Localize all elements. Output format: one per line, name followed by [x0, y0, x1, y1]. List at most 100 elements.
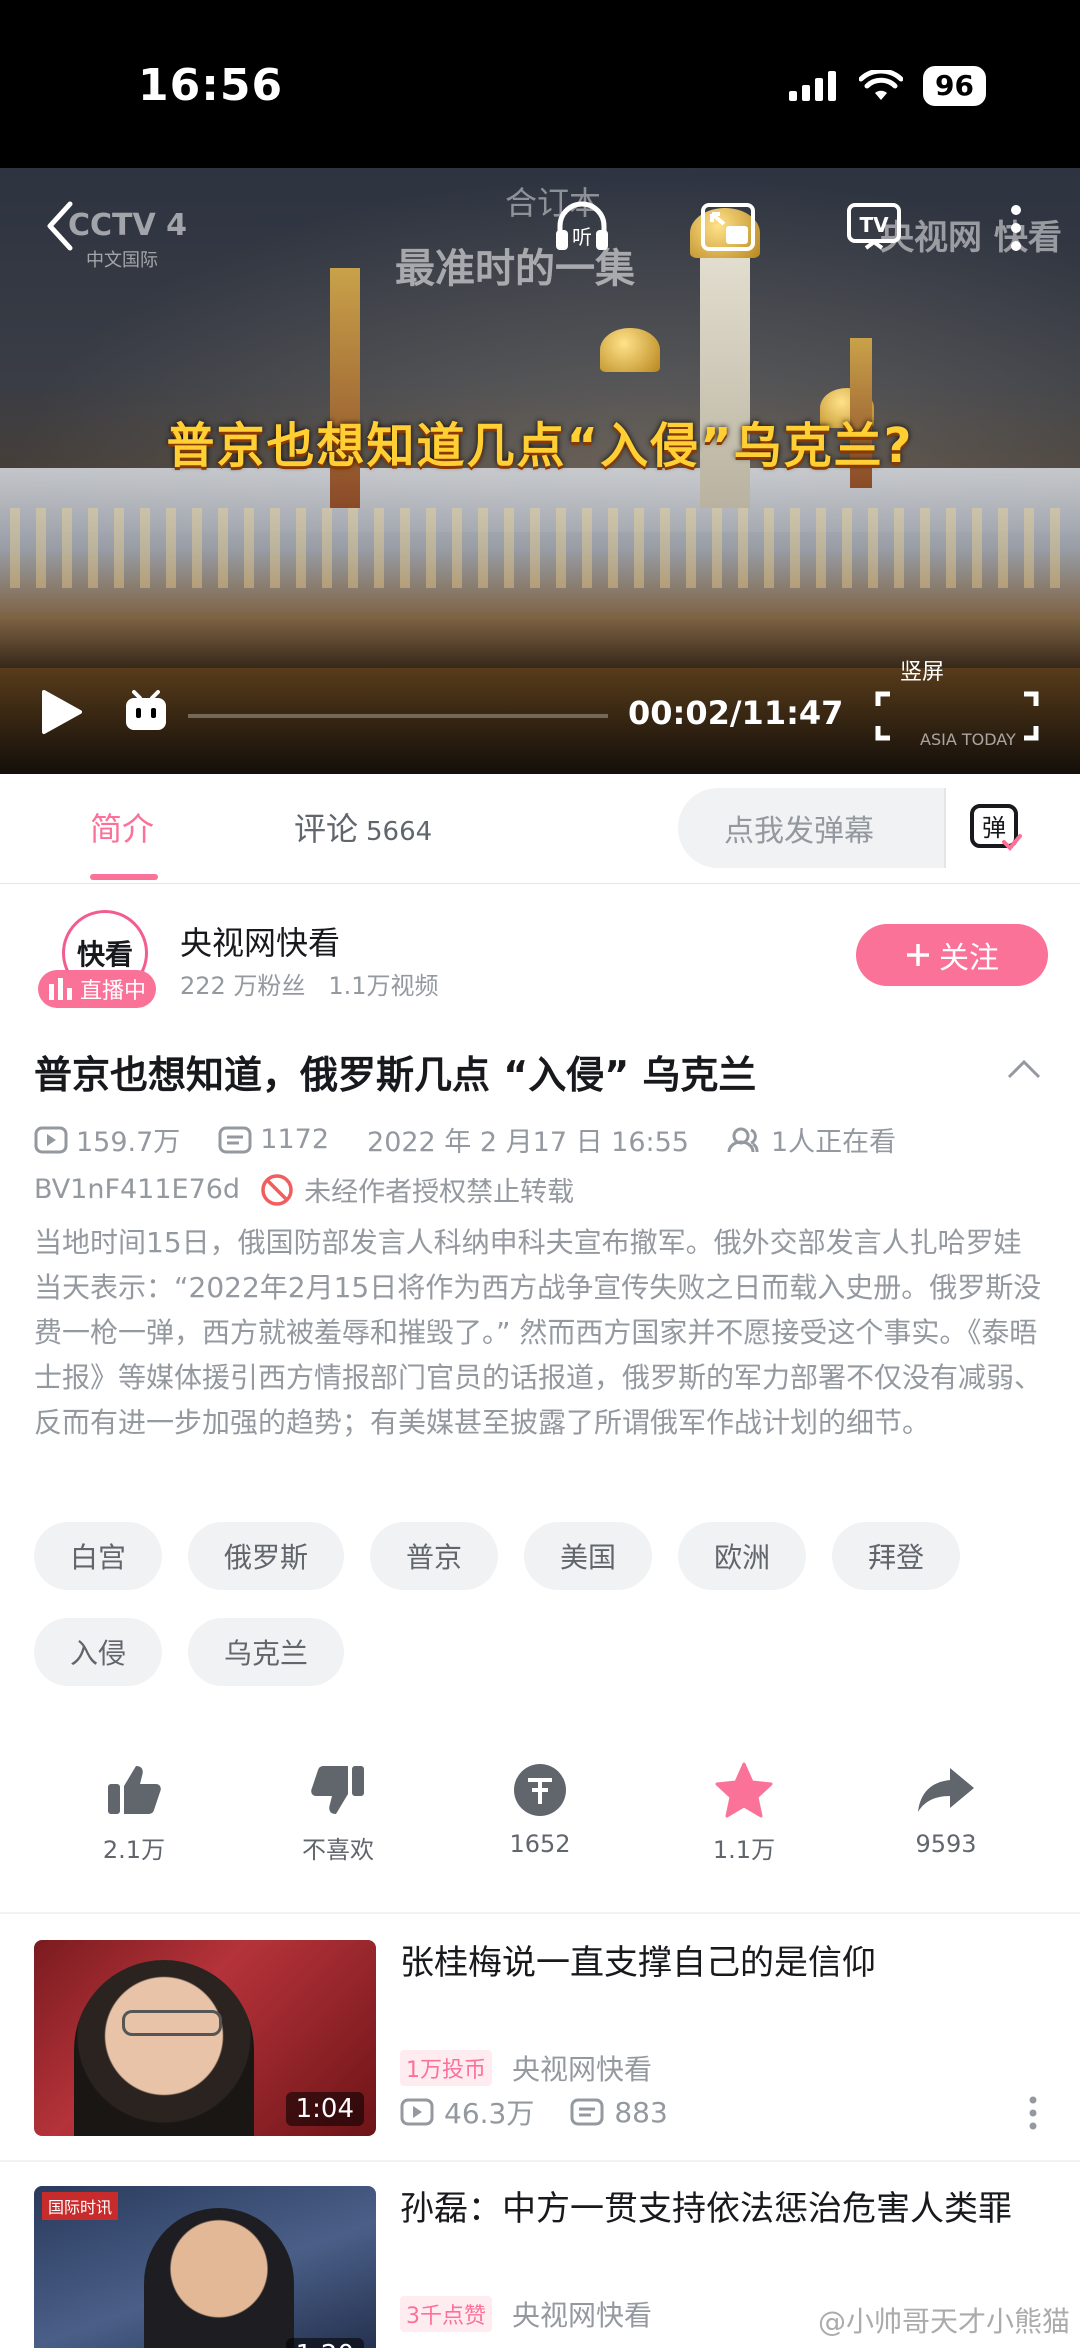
follow-label: 关注: [939, 941, 999, 976]
uploader-fans: 222 万粉丝: [180, 972, 306, 1000]
svg-text:弹: 弹: [982, 814, 1006, 842]
danmaku-count-icon: [570, 2098, 604, 2126]
play-count-icon: [34, 1126, 68, 1153]
svg-text:TV: TV: [859, 213, 889, 237]
share-icon: [918, 1768, 974, 1812]
danmaku-toggle-icon[interactable]: [122, 690, 170, 738]
tag-item[interactable]: 美国: [524, 1522, 653, 1590]
channel-logo: CCTV 4: [68, 208, 188, 243]
video-meta: 159.7万 1172 2022 年 2 月17 日 16:55 1人正在看: [34, 1120, 896, 1159]
viewers-icon: [727, 1127, 759, 1152]
recommendation-duration: 1:04: [285, 2092, 364, 2126]
tab-comments-label: 评论: [294, 810, 359, 848]
video-description: 当地时间15日，俄国防部发言人科纳申科夫宣布撤军。俄外交部发言人扎哈罗娃当天表示…: [34, 1226, 1043, 1439]
live-badge[interactable]: 直播中: [38, 970, 157, 1008]
follow-button[interactable]: 关注: [856, 924, 1048, 986]
cast-tv-icon[interactable]: TV: [846, 202, 902, 256]
dislike-button[interactable]: 不喜欢: [268, 1758, 408, 1865]
coin-count: 1652: [509, 1830, 571, 1858]
recommendation-badge: 3千点赞: [400, 2296, 492, 2332]
recommendation-views: 46.3万: [444, 2097, 535, 2130]
tag-item[interactable]: 入侵: [34, 1618, 163, 1686]
tag-item[interactable]: 欧洲: [678, 1522, 807, 1590]
recommendation-title: 孙磊：中方一贯支持依法惩治危害人类罪: [400, 2189, 1012, 2229]
danmaku-count-icon: [218, 1126, 252, 1153]
uploader-stats: 222 万粉丝 1.1万视频: [180, 966, 439, 1001]
recommendation-item[interactable]: 1:04 张桂梅说一直支撑自己的是信仰 1万投币 央视网快看 46.3万 883: [34, 1940, 1046, 2136]
danmaku-settings-button[interactable]: 弹: [944, 788, 1046, 868]
live-badge-label: 直播中: [80, 979, 147, 1004]
coin-button[interactable]: 1652: [470, 1758, 610, 1858]
playback-time: 00:02/11:47: [628, 694, 844, 732]
tab-intro[interactable]: 简介: [90, 804, 154, 850]
danmaku-icon: 弹: [970, 804, 1022, 851]
more-vertical-icon[interactable]: [1028, 2096, 1038, 2134]
pip-icon[interactable]: [700, 202, 756, 256]
publish-date: 2022 年 2 月17 日 16:55: [367, 1127, 689, 1158]
video-title: 普京也想知道，俄罗斯几点 “入侵” 乌克兰: [34, 1053, 757, 1097]
watching-count: 1人正在看: [771, 1127, 897, 1158]
video-player[interactable]: CCTV 4 中文国际 合订本 最准时的一集 央视网 快看 听 TV 普京也想知…: [0, 168, 1080, 774]
tag-item[interactable]: 拜登: [832, 1522, 961, 1590]
brand-watermark: 央视网 快看: [880, 218, 1062, 258]
recommendation-thumbnail[interactable]: 1:04: [34, 1940, 376, 2136]
uploader-name[interactable]: 央视网快看: [180, 918, 340, 964]
tab-indicator: [90, 874, 158, 880]
favorite-count: 1.1万: [712, 1836, 776, 1864]
wifi-icon: [859, 70, 904, 100]
recommendation-danmaku: 883: [614, 2095, 668, 2129]
copyright-notice: 未经作者授权禁止转载: [304, 1177, 575, 1208]
bvid-row: BV1nF411E76d 未经作者授权禁止转载: [34, 1170, 574, 1209]
thumbs-down-icon: [311, 1766, 364, 1814]
recommendation-author: 央视网快看: [512, 2299, 653, 2332]
danmaku-input[interactable]: 点我发弹幕 弹: [678, 788, 1046, 868]
signal-icon: [789, 71, 837, 101]
recommendation-thumbnail[interactable]: 国际时讯 1:20: [34, 2186, 376, 2348]
tag-item[interactable]: 白宫: [34, 1522, 163, 1590]
tab-comments[interactable]: 评论 5664: [294, 804, 432, 850]
danmaku-placeholder: 点我发弹幕: [724, 814, 874, 849]
person-portrait: [144, 2208, 294, 2348]
coin-icon: [514, 1764, 566, 1816]
tag-item[interactable]: 俄罗斯: [188, 1522, 345, 1590]
recommendation-author-row: 3千点赞 央视网快看: [400, 2294, 652, 2334]
person-portrait: [74, 1960, 254, 2136]
comment-count: 5664: [366, 817, 433, 847]
glasses-shape: [122, 2010, 222, 2036]
no-repost-icon: [261, 1173, 293, 1206]
battery-indicator: 96: [923, 66, 986, 106]
recommendation-stats-row: 46.3万 883: [400, 2092, 668, 2132]
tag-item[interactable]: 乌克兰: [188, 1618, 345, 1686]
danmaku-count: 1172: [260, 1124, 330, 1155]
view-count: 159.7万: [76, 1127, 181, 1158]
recommendation-author-row: 1万投币 央视网快看: [400, 2048, 652, 2088]
like-button[interactable]: 2.1万: [64, 1758, 204, 1865]
progress-bar[interactable]: [188, 714, 608, 718]
video-headline: 普京也想知道几点“入侵”乌克兰?: [166, 418, 914, 474]
tag-item[interactable]: 普京: [370, 1522, 499, 1590]
avatar-text: 快看: [76, 938, 133, 971]
recommendation-title: 张桂梅说一直支撑自己的是信仰: [400, 1943, 876, 1983]
recommendation-badge: 1万投币: [400, 2050, 492, 2086]
portrait-label: 竖屏: [900, 660, 945, 685]
recommendation-duration: 1:20: [285, 2338, 364, 2348]
more-icon[interactable]: [1008, 204, 1024, 256]
bvid: BV1nF411E76d: [34, 1174, 241, 1205]
play-count-icon: [400, 2098, 434, 2126]
recommendation-author: 央视网快看: [512, 2053, 653, 2086]
weibo-watermark: @小帅哥天才小熊猫: [817, 2305, 1070, 2338]
share-count: 9593: [915, 1830, 977, 1858]
section-divider: [0, 2160, 1080, 2162]
asia-watermark: ASIA TODAY: [920, 730, 1016, 749]
svg-text:听: 听: [572, 225, 592, 249]
star-icon: [715, 1762, 773, 1818]
plus-icon: [907, 944, 929, 966]
favorite-button[interactable]: 1.1万: [674, 1758, 814, 1865]
section-divider: [0, 1912, 1080, 1914]
live-bars-icon: [49, 978, 72, 1000]
collapse-chevron-icon[interactable]: [1006, 1058, 1042, 1084]
share-button[interactable]: 9593: [876, 1758, 1016, 1858]
action-bar: 2.1万 不喜欢 1652 1.1万 9593: [0, 1758, 1080, 1878]
play-icon[interactable]: [40, 688, 84, 740]
listen-icon[interactable]: 听: [552, 198, 612, 258]
